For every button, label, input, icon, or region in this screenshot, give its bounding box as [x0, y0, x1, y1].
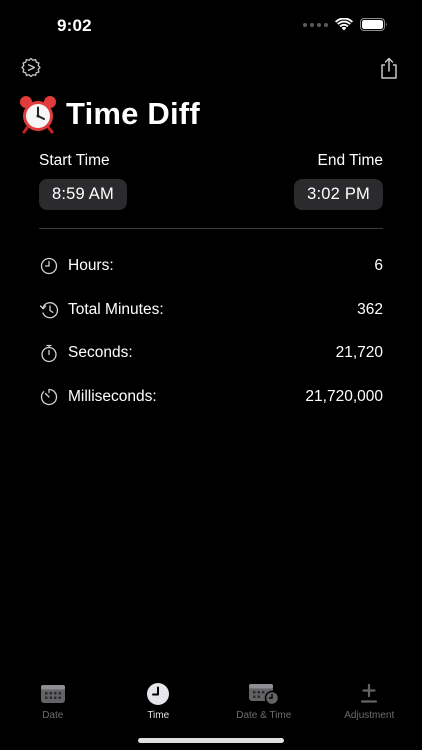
alarm-clock-icon	[20, 96, 56, 134]
calendar-icon	[40, 681, 66, 707]
wifi-icon	[335, 18, 353, 31]
title-row: Time Diff	[18, 94, 200, 134]
tab-adjustment[interactable]: Adjustment	[317, 676, 422, 750]
gear-icon	[21, 57, 41, 78]
tab-label: Time	[147, 710, 170, 721]
start-time-label: Start Time	[39, 152, 110, 169]
end-time-section: End Time 3:02 PM	[294, 152, 383, 210]
cellular-signal-icon	[303, 22, 328, 27]
share-button[interactable]	[376, 55, 402, 81]
result-value: 362	[357, 300, 383, 318]
share-icon	[381, 57, 397, 79]
clock-icon	[39, 256, 59, 276]
result-label: Hours:	[68, 256, 114, 274]
settings-button[interactable]	[18, 55, 44, 81]
end-time-picker[interactable]: 3:02 PM	[294, 179, 383, 210]
start-time-section: Start Time 8:59 AM	[39, 152, 127, 210]
home-indicator[interactable]	[138, 738, 284, 743]
tab-date[interactable]: Date	[0, 676, 106, 750]
results-list: Hours: 6 Total Minutes: 362 Seconds: 21,…	[39, 244, 383, 419]
page-title: Time Diff	[66, 96, 200, 131]
result-label: Seconds:	[68, 344, 133, 362]
status-icons	[303, 18, 388, 31]
result-row-total-minutes: Total Minutes: 362	[39, 288, 383, 332]
tab-label: Adjustment	[344, 710, 395, 721]
history-icon	[39, 300, 59, 320]
divider	[39, 228, 383, 229]
timer-icon	[39, 387, 59, 407]
result-value: 21,720,000	[305, 387, 383, 405]
clock-icon	[145, 681, 171, 707]
stopwatch-icon	[39, 343, 59, 363]
calendar-clock-icon	[248, 681, 280, 707]
result-row-seconds: Seconds: 21,720	[39, 331, 383, 375]
plus-minus-icon	[359, 681, 379, 707]
status-bar: 9:02	[0, 0, 422, 50]
result-row-milliseconds: Milliseconds: 21,720,000	[39, 375, 383, 419]
result-label: Milliseconds:	[68, 387, 157, 405]
end-time-label: End Time	[317, 152, 383, 169]
result-value: 21,720	[335, 344, 383, 362]
tab-label: Date	[42, 710, 64, 721]
screen: 9:02 Time Diff Start Time 8:59 AM End Ti…	[0, 0, 422, 750]
status-time: 9:02	[57, 16, 92, 35]
result-label: Total Minutes:	[68, 300, 164, 318]
start-time-picker[interactable]: 8:59 AM	[39, 179, 127, 210]
tab-label: Date & Time	[236, 710, 292, 721]
result-value: 6	[374, 256, 383, 274]
battery-icon	[360, 18, 387, 31]
result-row-hours: Hours: 6	[39, 244, 383, 288]
